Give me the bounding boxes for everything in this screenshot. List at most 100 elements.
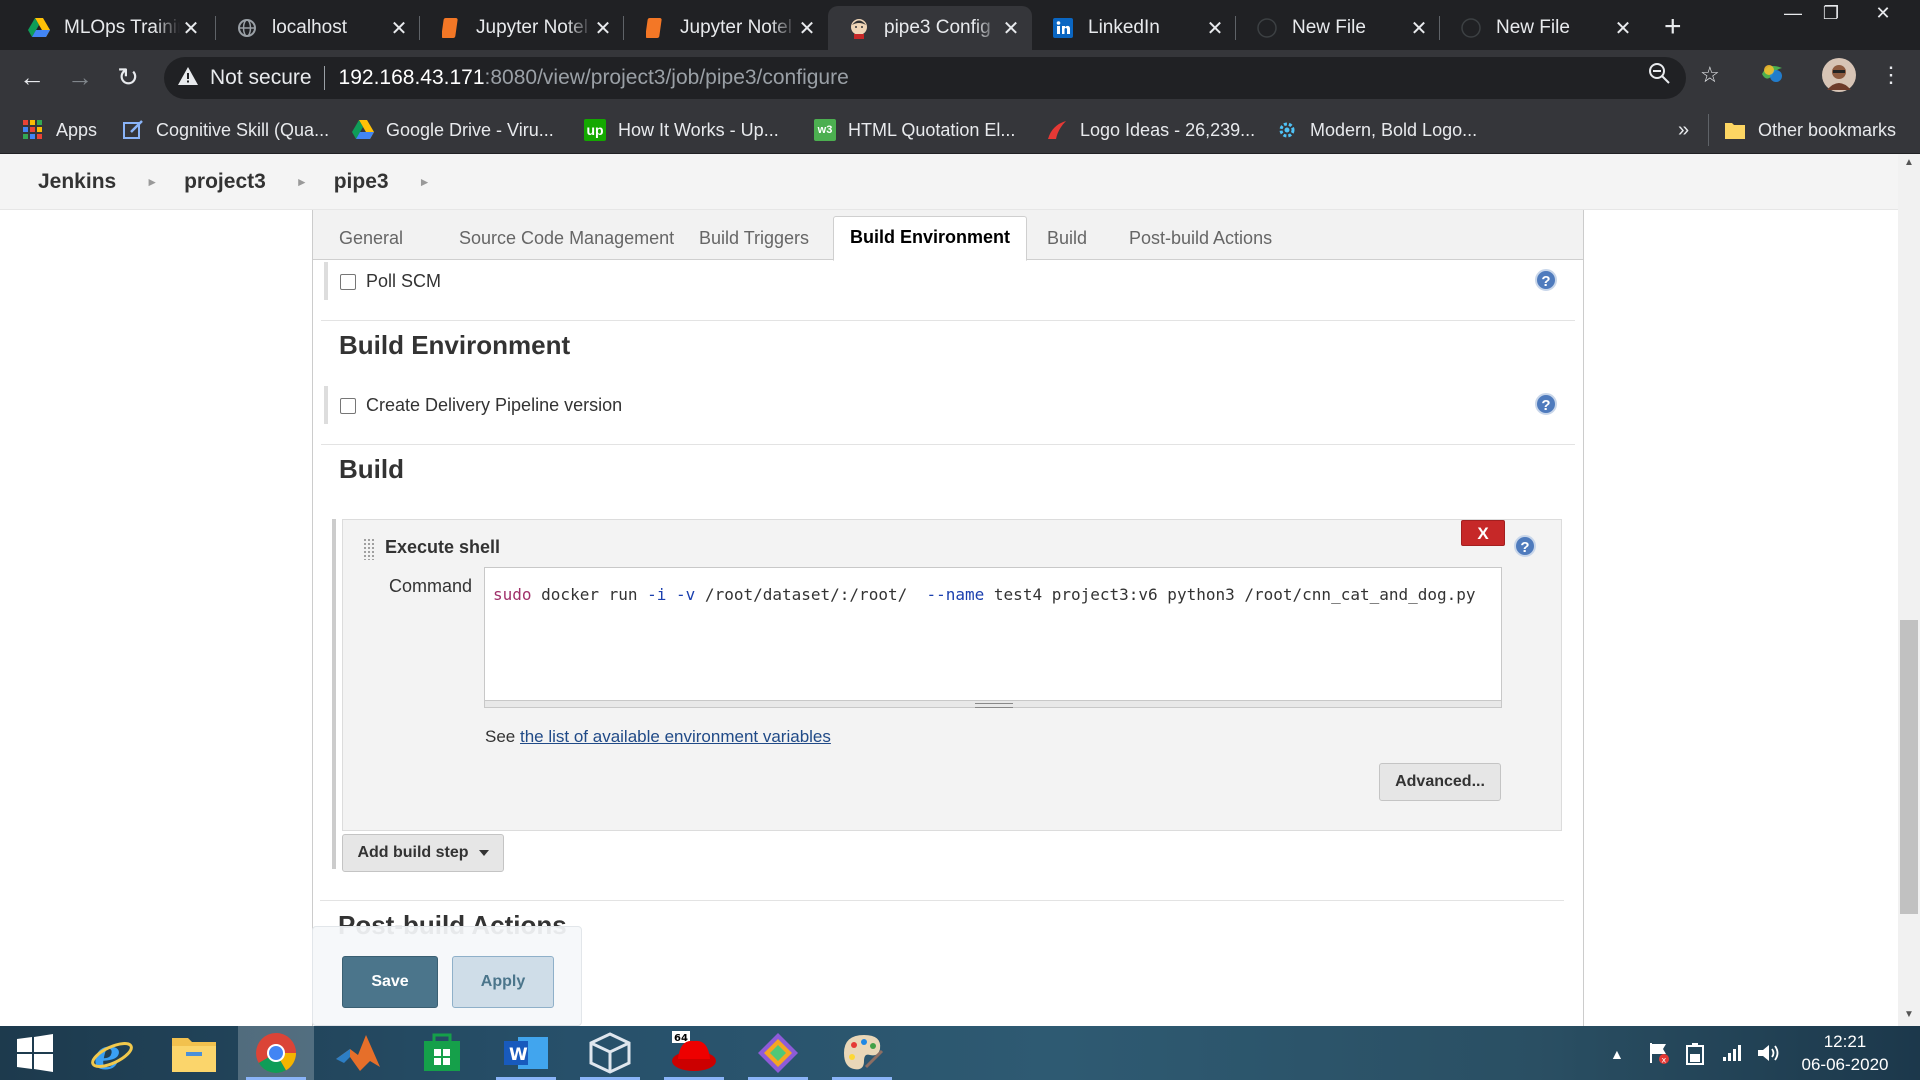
redhat-icon[interactable]: 64 — [656, 1026, 732, 1080]
profile-avatar[interactable] — [1822, 58, 1856, 98]
bookmarks-bar: Apps Cognitive Skill (Qua... Google Driv… — [0, 106, 1920, 154]
save-button[interactable]: Save — [342, 956, 438, 1008]
other-bookmarks[interactable]: Other bookmarks — [1724, 116, 1896, 144]
virtualbox-icon[interactable] — [572, 1026, 648, 1080]
delivery-pipeline-label[interactable]: Create Delivery Pipeline version — [366, 395, 622, 416]
browser-tab[interactable]: MLOps Trainin ✕ — [8, 6, 212, 50]
tab-build-triggers[interactable]: Build Triggers — [683, 218, 825, 260]
scrollbar-thumb[interactable] — [1900, 620, 1918, 914]
close-tab-icon[interactable]: ✕ — [1408, 16, 1430, 41]
taskbar-clock[interactable]: 12:21 06-06-2020 — [1790, 1030, 1900, 1076]
close-tab-icon[interactable]: ✕ — [180, 16, 202, 41]
drag-handle-icon[interactable] — [363, 538, 375, 560]
bookmark-item[interactable]: Modern, Bold Logo... — [1276, 116, 1477, 144]
browser-tab[interactable]: New File ✕ — [1440, 6, 1644, 50]
tab-source-code-management[interactable]: Source Code Management — [443, 218, 690, 260]
globe-icon — [236, 17, 258, 39]
poll-scm-label[interactable]: Poll SCM — [366, 271, 441, 292]
address-bar[interactable]: Not secure 192.168.43.171 :8080/view/pro… — [164, 57, 1686, 99]
tab-title: New File — [1292, 17, 1366, 38]
paint-icon[interactable] — [824, 1026, 900, 1080]
bookmarks-divider — [1708, 114, 1709, 146]
delete-step-button[interactable]: X — [1461, 520, 1505, 546]
command-token: test4 project3:v6 python3 /root/cnn_cat_… — [984, 585, 1476, 604]
bookmark-item[interactable]: Logo Ideas - 26,239... — [1046, 116, 1255, 144]
breadcrumb-pipe3[interactable]: pipe3 — [334, 170, 389, 194]
reload-icon[interactable]: ↻ — [112, 62, 144, 94]
breadcrumb-chevron-icon[interactable]: ► — [146, 175, 158, 189]
close-tab-icon[interactable]: ✕ — [388, 16, 410, 41]
minimize-window-icon[interactable]: — — [1774, 0, 1812, 28]
breadcrumb-jenkins[interactable]: Jenkins — [38, 170, 116, 194]
tab-build[interactable]: Build — [1031, 218, 1103, 260]
poll-scm-checkbox[interactable] — [340, 273, 356, 290]
tab-general[interactable]: General — [323, 218, 419, 260]
word-icon[interactable]: W — [488, 1026, 564, 1080]
battery-icon[interactable] — [1684, 1042, 1706, 1071]
poll-scm-row: Poll SCM — [340, 271, 441, 292]
extension-icon[interactable] — [1760, 62, 1784, 90]
breadcrumb: Jenkins ► project3 ► pipe3 ► — [0, 154, 1898, 210]
bookmark-apps[interactable]: Apps — [22, 116, 97, 144]
forward-arrow-icon[interactable]: → — [64, 62, 96, 94]
microsoft-store-icon[interactable] — [404, 1026, 480, 1080]
bookmark-item[interactable]: up How It Works - Up... — [584, 116, 779, 144]
command-textarea[interactable]: sudo docker run -i -v /root/dataset/:/ro… — [484, 567, 1502, 701]
close-window-icon[interactable]: ✕ — [1864, 0, 1902, 28]
show-hidden-icons-chevron-icon[interactable]: ▲ — [1610, 1046, 1624, 1062]
textarea-resize-handle[interactable] — [484, 701, 1502, 708]
internet-explorer-icon[interactable]: e — [74, 1026, 150, 1080]
tab-build-environment[interactable]: Build Environment — [833, 216, 1028, 261]
upwork-icon: up — [584, 119, 606, 141]
apply-button[interactable]: Apply — [452, 956, 554, 1008]
breadcrumb-project3[interactable]: project3 — [184, 170, 266, 194]
browser-tab[interactable]: Jupyter Notel ✕ — [624, 6, 828, 50]
zoom-icon[interactable] — [1648, 62, 1670, 90]
scroll-up-arrow-icon[interactable]: ▲ — [1898, 154, 1920, 172]
tab-post-build-actions[interactable]: Post-build Actions — [1113, 218, 1288, 260]
wifi-signal-icon[interactable] — [1722, 1042, 1744, 1067]
back-arrow-icon[interactable]: ← — [16, 62, 48, 94]
bookmark-star-icon[interactable]: ☆ — [1700, 62, 1720, 88]
delivery-pipeline-checkbox[interactable] — [340, 397, 356, 414]
browser-tab[interactable]: localhost ✕ — [216, 6, 420, 50]
w3schools-icon: w3 — [814, 119, 836, 141]
action-center-flag-icon[interactable]: x — [1648, 1042, 1670, 1069]
new-tab-button[interactable]: + — [1664, 10, 1682, 44]
close-tab-icon[interactable]: ✕ — [1204, 16, 1226, 41]
apps-grid-icon — [22, 119, 44, 141]
browser-tab[interactable]: Jupyter Notel ✕ — [420, 6, 624, 50]
bookmark-item[interactable]: w3 HTML Quotation El... — [814, 116, 1015, 144]
browser-tab-active[interactable]: pipe3 Config ✕ — [828, 6, 1032, 50]
chrome-icon[interactable] — [238, 1026, 314, 1080]
volume-icon[interactable] — [1756, 1042, 1780, 1069]
close-tab-icon[interactable]: ✕ — [1000, 16, 1022, 41]
close-tab-icon[interactable]: ✕ — [796, 16, 818, 41]
file-explorer-icon[interactable] — [156, 1026, 232, 1080]
browser-tab[interactable]: New File ✕ — [1236, 6, 1440, 50]
breadcrumb-chevron-icon[interactable]: ► — [296, 175, 308, 189]
address-divider — [323, 66, 325, 90]
close-tab-icon[interactable]: ✕ — [1612, 16, 1634, 41]
tab-title: Jupyter Notel — [680, 17, 792, 38]
help-icon[interactable]: ? — [1514, 535, 1536, 557]
breadcrumb-chevron-icon[interactable]: ► — [419, 175, 431, 189]
git-icon[interactable] — [740, 1026, 816, 1080]
advanced-button[interactable]: Advanced... — [1379, 763, 1501, 801]
more-bookmarks-chevron-icon[interactable]: » — [1678, 116, 1689, 144]
bookmark-item[interactable]: Cognitive Skill (Qua... — [122, 116, 329, 144]
google-drive-icon — [28, 17, 50, 39]
help-icon[interactable]: ? — [1535, 393, 1557, 415]
browser-tab[interactable]: LinkedIn ✕ — [1032, 6, 1236, 50]
security-status-label[interactable]: Not secure — [210, 66, 312, 90]
env-vars-link[interactable]: the list of available environment variab… — [520, 727, 831, 746]
help-icon[interactable]: ? — [1535, 269, 1557, 291]
matlab-icon[interactable] — [320, 1026, 396, 1080]
bookmark-item[interactable]: Google Drive - Viru... — [352, 116, 554, 144]
start-icon[interactable] — [0, 1026, 70, 1080]
restore-window-icon[interactable]: ❐ — [1812, 0, 1850, 28]
browser-menu-icon[interactable]: ⋮ — [1880, 62, 1902, 88]
add-build-step-button[interactable]: Add build step — [342, 834, 504, 872]
scroll-down-arrow-icon[interactable]: ▼ — [1898, 1006, 1920, 1024]
close-tab-icon[interactable]: ✕ — [592, 16, 614, 41]
